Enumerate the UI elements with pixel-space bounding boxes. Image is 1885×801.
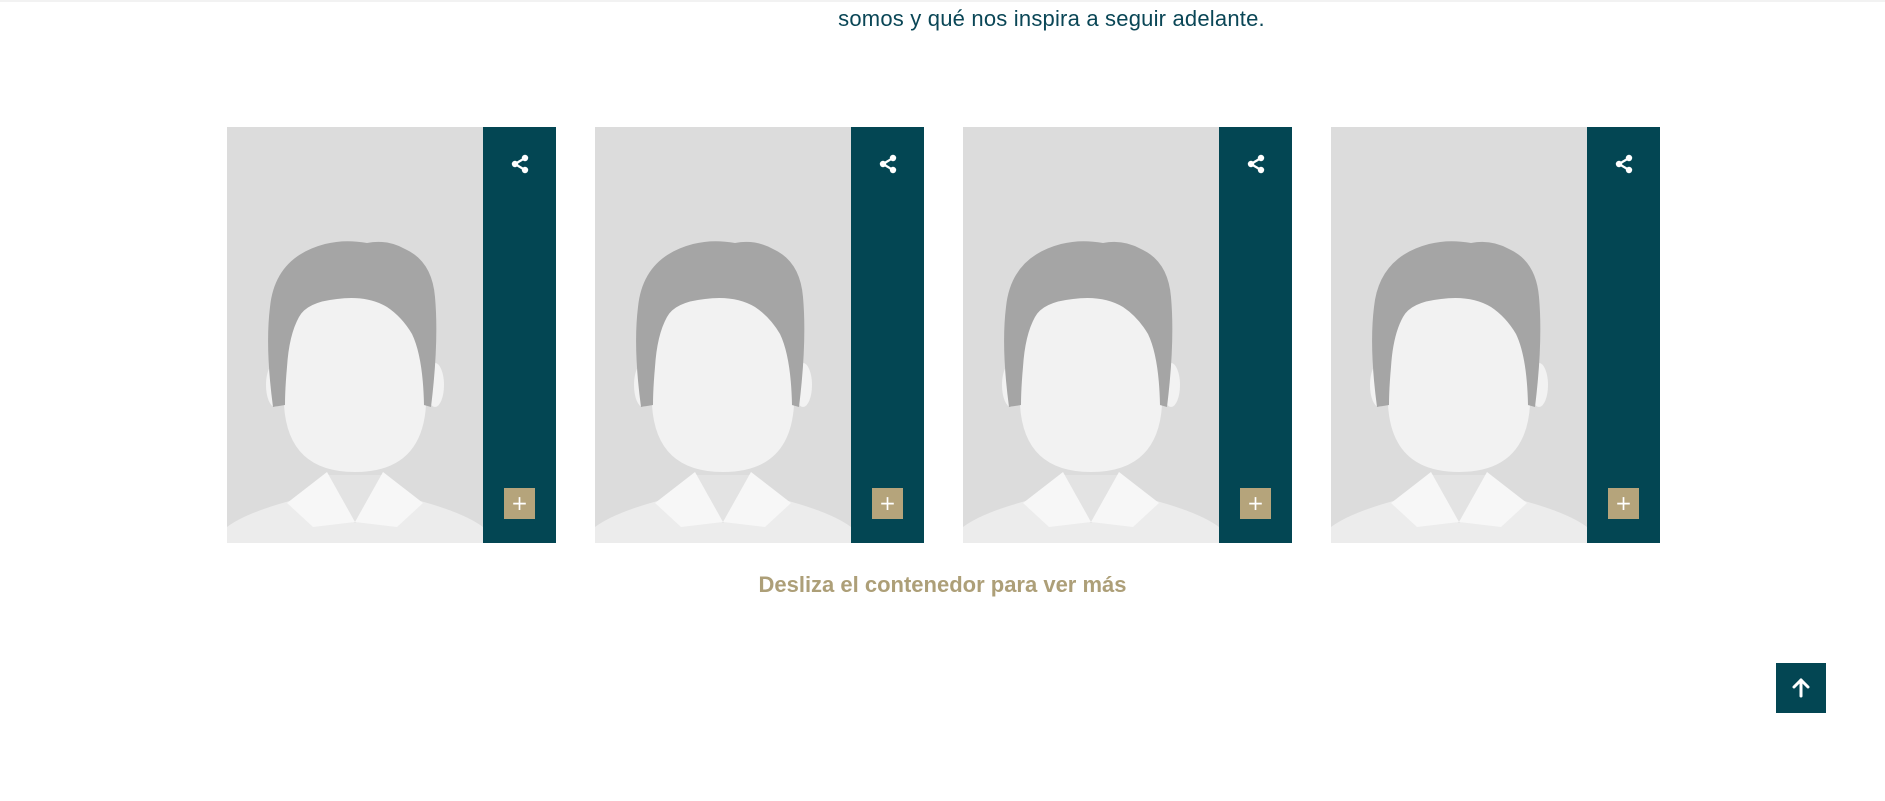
- share-icon: [1247, 154, 1265, 174]
- intro-paragraph: somos y qué nos inspira a seguir adelant…: [838, 6, 1265, 31]
- arrow-up-icon: [1792, 678, 1810, 698]
- share-icon: [879, 154, 897, 174]
- more-info-button[interactable]: +: [872, 488, 903, 519]
- card-actions-bar: +: [1219, 127, 1292, 543]
- team-card: +: [1331, 127, 1660, 543]
- more-info-button[interactable]: +: [1608, 488, 1639, 519]
- team-carousel[interactable]: + + + +: [227, 127, 1660, 543]
- top-divider: [0, 0, 1885, 2]
- share-icon: [1615, 154, 1633, 174]
- share-button[interactable]: [507, 151, 533, 177]
- card-actions-bar: +: [1587, 127, 1660, 543]
- card-actions-bar: +: [483, 127, 556, 543]
- more-info-button[interactable]: +: [1240, 488, 1271, 519]
- avatar-placeholder: [595, 127, 851, 543]
- share-button[interactable]: [1611, 151, 1637, 177]
- carousel-hint: Desliza el contenedor para ver más: [758, 572, 1127, 597]
- share-button[interactable]: [875, 151, 901, 177]
- card-actions-bar: +: [851, 127, 924, 543]
- avatar-placeholder: [227, 127, 483, 543]
- team-card: +: [595, 127, 924, 543]
- team-card: +: [227, 127, 556, 543]
- more-info-button[interactable]: +: [504, 488, 535, 519]
- avatar-placeholder: [963, 127, 1219, 543]
- scroll-to-top-button[interactable]: [1776, 663, 1826, 713]
- share-button[interactable]: [1243, 151, 1269, 177]
- share-icon: [511, 154, 529, 174]
- avatar-placeholder: [1331, 127, 1587, 543]
- team-card: +: [963, 127, 1292, 543]
